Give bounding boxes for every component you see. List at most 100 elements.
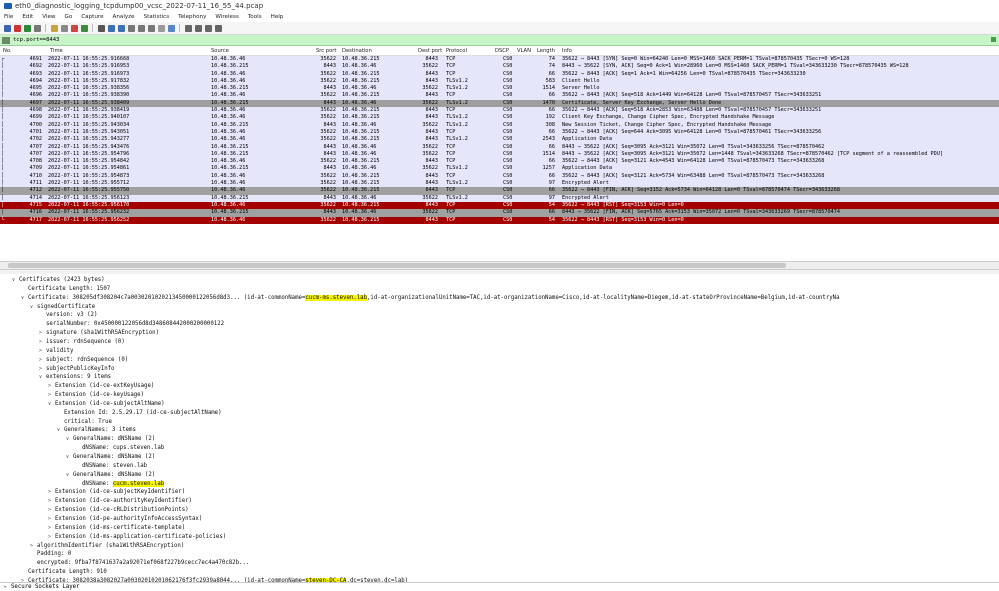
- chevron-right-icon[interactable]: >: [48, 488, 55, 497]
- chevron-right-icon[interactable]: >: [39, 338, 46, 347]
- menu-item-analyze[interactable]: Analyze: [113, 14, 135, 20]
- chevron-right-icon[interactable]: >: [39, 356, 46, 365]
- chevron-right-icon[interactable]: ▸: [4, 583, 11, 591]
- detail-tree-item[interactable]: ∨ Certificate: 308205df308204c7a003020102…: [21, 294, 840, 303]
- column-header-destination[interactable]: Destination: [342, 48, 372, 54]
- menu-item-edit[interactable]: Edit: [22, 14, 33, 20]
- menu-item-tools[interactable]: Tools: [248, 14, 262, 20]
- column-header-length[interactable]: Length: [537, 48, 555, 54]
- chevron-down-icon[interactable]: ∨: [21, 294, 28, 303]
- capture-options-icon[interactable]: [33, 24, 41, 32]
- detail-tree-item[interactable]: > Extension (id-ms-application-certificat…: [48, 533, 226, 542]
- detail-tree-item[interactable]: ∨ extensions: 9 items: [39, 373, 111, 382]
- packet-row[interactable]: │ 4700 2022-07-11 16:55:25.943034 10.48.36.…: [0, 121, 999, 129]
- column-header-dscp[interactable]: DSCP: [495, 48, 509, 54]
- chevron-down-icon[interactable]: ∨: [30, 303, 37, 312]
- menu-item-view[interactable]: View: [42, 14, 55, 20]
- detail-tree-item[interactable]: > algorithmIdentifier (sha1WithRSAEncrypt…: [30, 542, 184, 551]
- packet-row[interactable]: │ 4699 2022-07-11 16:55:25.940107 10.48.36.…: [0, 114, 999, 122]
- detail-tree-item[interactable]: dNSName: cucm.steven.lab: [75, 480, 165, 489]
- detail-tree-item[interactable]: critical: True: [57, 418, 112, 427]
- packet-row[interactable]: ┌ 4691 2022-07-11 16:55:25.916668 10.48.36.…: [0, 56, 999, 64]
- chevron-right-icon[interactable]: >: [39, 365, 46, 374]
- display-filter-bar[interactable]: tcp.port==8443: [0, 35, 999, 46]
- detail-tree-item[interactable]: ∨ signedCertificate: [30, 303, 95, 312]
- detail-tree-item[interactable]: > Extension (id-pe-authorityInfoAccessSyn…: [48, 515, 202, 524]
- save-file-icon[interactable]: [60, 24, 68, 32]
- detail-tree-item[interactable]: > Extension (id-ce-keyUsage): [48, 391, 144, 400]
- column-header-src-port[interactable]: Src port: [316, 48, 336, 54]
- chevron-right-icon[interactable]: >: [48, 506, 55, 515]
- detail-tree-item[interactable]: > subjectPublicKeyInfo: [39, 365, 114, 374]
- go-back-icon[interactable]: [107, 24, 115, 32]
- packet-row[interactable]: │ 4693 2022-07-11 16:55:25.916973 10.48.36.…: [0, 70, 999, 78]
- bookmark-icon[interactable]: [2, 36, 10, 44]
- column-header-dest-port[interactable]: Dest port: [418, 48, 442, 54]
- find-packet-icon[interactable]: [97, 24, 105, 32]
- packet-row[interactable]: │ 4710 2022-07-11 16:55:25.954873 10.48.36.…: [0, 172, 999, 181]
- detail-tree-item[interactable]: ∨ Extension (id-ce-subjectAltName): [48, 400, 165, 409]
- detail-tree-item[interactable]: encrypted: 9fba7f8741637a2a92071ef068f22…: [30, 559, 249, 568]
- chevron-right-icon[interactable]: >: [48, 533, 55, 542]
- column-header-info[interactable]: Info: [562, 48, 572, 54]
- detail-tree-item[interactable]: Certificate Length: 910: [21, 568, 107, 577]
- packet-row[interactable]: │ 4696 2022-07-11 16:55:25.938390 10.48.36.…: [0, 92, 999, 100]
- packet-row[interactable]: │ 4707 2022-07-11 16:55:25.943476 10.48.36.…: [0, 143, 999, 151]
- chevron-down-icon[interactable]: ∨: [12, 276, 19, 285]
- detail-tree-item[interactable]: version: v3 (2): [39, 311, 97, 320]
- packet-row[interactable]: │ 4697 2022-07-11 16:55:25.938409 10.48.36.…: [0, 99, 999, 108]
- menu-item-help[interactable]: Help: [271, 14, 284, 20]
- go-to-packet-icon[interactable]: [127, 24, 135, 32]
- detail-tree-item[interactable]: > subject: rdnSequence (0): [39, 356, 128, 365]
- packet-row[interactable]: │ 4707 2022-07-11 16:55:25.954796 10.48.36.…: [0, 150, 999, 159]
- packet-row[interactable]: │ 4714 2022-07-11 16:55:25.956123 10.48.36.…: [0, 194, 999, 202]
- menu-item-wireless[interactable]: Wireless: [215, 14, 238, 20]
- detail-tree-item[interactable]: Certificate Length: 1507: [21, 285, 110, 294]
- detail-tree-item[interactable]: > Extension (id-ce-subjectKeyIdentifier): [48, 488, 185, 497]
- packet-row[interactable]: │ 4712 2022-07-11 16:55:25.955750 10.48.36.…: [0, 187, 999, 195]
- packet-row[interactable]: │ 4695 2022-07-11 16:55:25.938356 10.48.36.…: [0, 85, 999, 93]
- chevron-right-icon[interactable]: >: [48, 382, 55, 391]
- chevron-down-icon[interactable]: ∨: [66, 453, 73, 462]
- chevron-down-icon[interactable]: ∨: [48, 400, 55, 409]
- chevron-right-icon[interactable]: >: [39, 329, 46, 338]
- open-file-icon[interactable]: [50, 24, 58, 32]
- packet-row[interactable]: │ 4694 2022-07-11 16:55:25.917832 10.48.36.…: [0, 77, 999, 86]
- scrollbar-thumb[interactable]: [8, 263, 786, 268]
- reload-file-icon[interactable]: [80, 24, 88, 32]
- chevron-right-icon[interactable]: >: [30, 542, 37, 551]
- restart-capture-icon[interactable]: [23, 24, 31, 32]
- packet-row[interactable]: └ 4717 2022-07-11 16:55:25.956252 10.48.36.…: [0, 216, 999, 224]
- packet-row[interactable]: │ 4716 2022-07-11 16:55:25.956232 10.48.36.…: [0, 209, 999, 217]
- detail-tree-item[interactable]: > validity: [39, 347, 73, 356]
- autoscroll-icon[interactable]: [157, 24, 165, 32]
- detail-tree-item[interactable]: > issuer: rdnSequence (0): [39, 338, 125, 347]
- packet-row[interactable]: │ 4702 2022-07-11 16:55:25.943277 10.48.36.…: [0, 136, 999, 144]
- resize-columns-icon[interactable]: [214, 24, 222, 32]
- menu-item-go[interactable]: Go: [65, 14, 73, 20]
- chevron-down-icon[interactable]: ∨: [57, 426, 64, 435]
- stop-capture-icon[interactable]: [13, 24, 21, 32]
- packet-row[interactable]: │ 4698 2022-07-11 16:55:25.938419 10.48.36.…: [0, 107, 999, 115]
- column-header-vlan[interactable]: VLAN: [517, 48, 531, 54]
- column-header-protocol[interactable]: Protocol: [446, 48, 467, 54]
- detail-tree-item[interactable]: > Extension (id-ce-authorityKeyIdentifier…: [48, 497, 192, 506]
- chevron-down-icon[interactable]: ∨: [39, 373, 46, 382]
- chevron-right-icon[interactable]: >: [48, 524, 55, 533]
- apply-filter-icon[interactable]: [991, 37, 996, 42]
- detail-tree-item[interactable]: > Extension (id-ce-extKeyUsage): [48, 382, 154, 391]
- chevron-right-icon[interactable]: >: [48, 497, 55, 506]
- detail-tree-item[interactable]: > Extension (id-ce-cRLDistributionPoints): [48, 506, 189, 515]
- zoom-in-icon[interactable]: [184, 24, 192, 32]
- chevron-right-icon[interactable]: >: [48, 391, 55, 400]
- detail-tree-item[interactable]: dNSName: cups.steven.lab: [75, 444, 164, 453]
- menu-item-file[interactable]: File: [4, 14, 13, 20]
- detail-tree-item[interactable]: ∨ Certificates (2423 bytes): [12, 276, 105, 285]
- packet-row[interactable]: │ 4715 2022-07-11 16:55:25.956170 10.48.36.…: [0, 201, 999, 210]
- menu-item-capture[interactable]: Capture: [81, 14, 103, 20]
- chevron-right-icon[interactable]: >: [48, 515, 55, 524]
- detail-tree-item[interactable]: ∨ GeneralName: dNSName (2): [66, 435, 155, 444]
- detail-tree-item[interactable]: Extension Id: 2.5.29.17 (id-ce-subjectAl…: [57, 409, 222, 418]
- display-filter-input[interactable]: tcp.port==8443: [13, 37, 59, 43]
- detail-tree-item[interactable]: ∨ GeneralNames: 3 items: [57, 426, 136, 435]
